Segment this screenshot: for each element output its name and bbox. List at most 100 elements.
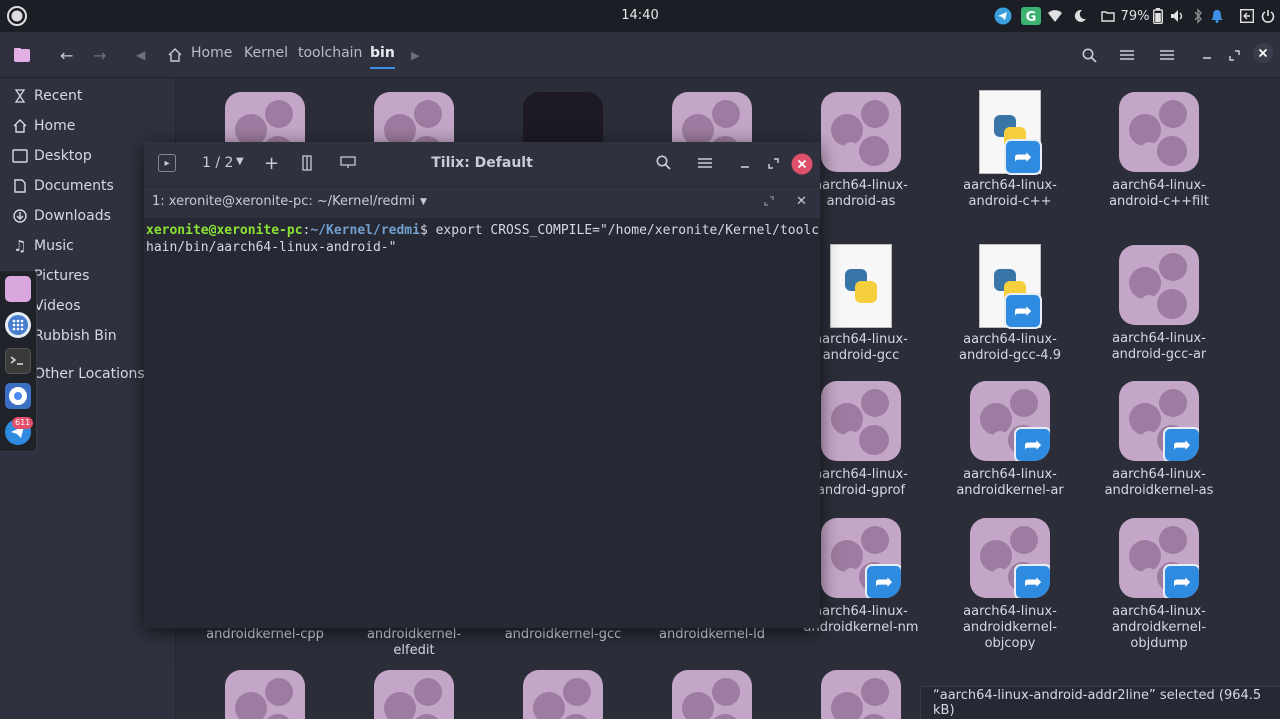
tilix-menu-icon[interactable] — [698, 157, 712, 169]
battery-icon[interactable] — [1152, 6, 1164, 26]
night-mode-icon[interactable] — [1072, 6, 1088, 26]
view-list-icon[interactable] — [1120, 44, 1134, 66]
file-item[interactable]: aarch64-linux-android-c++filt — [1085, 92, 1233, 210]
sidebar-item-label: Other Locations — [34, 366, 145, 382]
sidebar-item-home[interactable]: Home — [10, 114, 75, 138]
session-dropdown-icon[interactable]: ▼ — [236, 156, 244, 167]
file-item[interactable]: ➦ aarch64-linux-androidkernel-as — [1085, 381, 1233, 499]
prompt-dollar: $ — [419, 223, 436, 238]
file-item[interactable] — [340, 670, 488, 719]
volume-icon[interactable] — [1170, 6, 1186, 26]
path-right-icon[interactable]: ▶ — [411, 44, 419, 66]
file-icon — [374, 670, 454, 719]
file-icon: ➦ — [970, 381, 1050, 461]
file-name: androidkernel-ld — [659, 627, 765, 642]
symlink-arrow-icon: ➦ — [1014, 564, 1050, 598]
symlink-arrow-icon: ➦ — [865, 564, 901, 598]
sidebar-item-label: Music — [34, 238, 74, 254]
file-icon — [225, 670, 305, 719]
terminal-maximize-icon[interactable] — [764, 196, 774, 206]
tilix-minimize-icon[interactable] — [740, 159, 750, 169]
tilix-title: Tilix: Default — [431, 155, 533, 171]
terminal-dropdown-icon[interactable]: ▼ — [420, 197, 427, 207]
sidebar-item-label: Documents — [34, 178, 114, 194]
terminal-output[interactable]: xeronite@xeronite-pc:~/Kernel/redmi$ exp… — [146, 222, 820, 256]
minimize-icon[interactable] — [1202, 44, 1212, 66]
split-right-icon[interactable] — [302, 155, 316, 171]
file-item[interactable] — [489, 670, 637, 719]
path-left-icon[interactable]: ◀ — [136, 44, 145, 66]
file-name: aarch64-linux-androidkernel-objdump — [1111, 604, 1207, 651]
file-icon — [821, 381, 901, 461]
file-item[interactable]: ➦ aarch64-linux-androidkernel-ar — [936, 381, 1084, 499]
sidebar-item-music[interactable]: ♫ Music — [10, 234, 74, 258]
menu-icon[interactable] — [1160, 44, 1174, 66]
breadcrumb-bin[interactable]: bin — [370, 45, 395, 69]
file-name: aarch64-linux-android-gcc-4.9 — [959, 332, 1061, 363]
file-icon — [1119, 245, 1199, 325]
file-item[interactable] — [191, 670, 339, 719]
file-icon — [821, 670, 901, 719]
bluetooth-icon[interactable] — [1192, 6, 1204, 26]
battery-percent[interactable]: 79% — [1120, 6, 1150, 26]
tilix-close-icon[interactable] — [791, 153, 813, 175]
desktop-icon — [10, 149, 30, 163]
file-item[interactable] — [787, 670, 935, 719]
screenshot-icon[interactable] — [1239, 6, 1255, 26]
files-dock-icon[interactable] — [5, 276, 31, 302]
terminal-dock-icon[interactable] — [5, 348, 31, 374]
tilix-window: ▸ 1 / 2 ▼ + Tilix: Default 1: xeronite@x… — [144, 142, 820, 628]
sidebar-item-label: Videos — [34, 298, 81, 314]
terminal-close-icon[interactable]: ✕ — [796, 194, 807, 209]
prompt-user: xeronite@xeronite-pc — [146, 223, 303, 238]
sidebar-item-label: Desktop — [34, 148, 92, 164]
grammarly-icon[interactable]: G — [1020, 6, 1042, 26]
symlink-arrow-icon: ➦ — [1004, 293, 1042, 329]
maximize-icon[interactable] — [1229, 44, 1240, 66]
sidebar-item-documents[interactable]: Documents — [10, 174, 114, 198]
selection-status: “aarch64-linux-android-addr2line” select… — [920, 686, 1280, 719]
tilix-header: ▸ 1 / 2 ▼ + Tilix: Default — [144, 142, 820, 186]
file-name: aarch64-linux-android-gcc-ar — [1111, 331, 1207, 362]
tilix-maximize-icon[interactable] — [768, 158, 779, 169]
file-icon: ➦ — [1119, 381, 1199, 461]
close-icon[interactable] — [1252, 42, 1274, 64]
files-app-icon — [14, 44, 30, 66]
breadcrumb-home[interactable]: Home — [191, 45, 232, 61]
add-session-icon[interactable]: + — [264, 153, 279, 174]
file-item[interactable]: aarch64-linux-android-gcc-ar — [1085, 245, 1233, 363]
terminal-tab-label[interactable]: 1: xeronite@xeronite-pc: ~/Kernel/redmi — [152, 194, 415, 209]
sidebar-item-desktop[interactable]: Desktop — [10, 144, 92, 168]
notification-icon[interactable] — [1210, 6, 1224, 26]
file-icon — [672, 670, 752, 719]
sidebar-toggle-icon[interactable]: ▸ — [158, 154, 176, 172]
folder-tray-icon[interactable] — [1100, 6, 1116, 26]
telegram-tray-icon[interactable] — [993, 6, 1013, 26]
file-name: aarch64-linux-android-c++filt — [1109, 178, 1209, 209]
breadcrumb-kernel[interactable]: Kernel — [244, 45, 288, 61]
file-item[interactable]: ➦ aarch64-linux-android-gcc-4.9 — [936, 244, 1084, 364]
file-item[interactable]: ➦ aarch64-linux-android-c++ — [936, 90, 1084, 210]
clock[interactable]: 14:40 — [0, 8, 1280, 23]
symlink-arrow-icon: ➦ — [1004, 139, 1042, 175]
file-icon: ➦ — [970, 518, 1050, 598]
wifi-icon[interactable] — [1046, 6, 1064, 26]
app-grid-dock-icon[interactable] — [5, 312, 31, 338]
sidebar-item-downloads[interactable]: Downloads — [10, 204, 111, 228]
session-counter[interactable]: 1 / 2 — [202, 155, 233, 171]
file-item[interactable]: ➦ aarch64-linux-androidkernel-objdump — [1085, 518, 1233, 652]
power-icon[interactable] — [1260, 6, 1276, 26]
sidebar-item-recent[interactable]: Recent — [10, 84, 82, 108]
symlink-arrow-icon: ➦ — [1014, 427, 1050, 461]
back-icon[interactable]: ← — [60, 44, 73, 66]
split-down-icon[interactable] — [340, 156, 356, 168]
chrome-dock-icon[interactable] — [5, 383, 31, 409]
forward-icon[interactable]: → — [93, 44, 106, 66]
file-name: androidkernel-cpp — [206, 627, 324, 642]
tilix-search-icon[interactable] — [656, 155, 671, 170]
breadcrumb-toolchain[interactable]: toolchain — [298, 45, 362, 61]
clock-icon — [10, 89, 30, 103]
file-item[interactable] — [638, 670, 786, 719]
file-item[interactable]: ➦ aarch64-linux-androidkernel-objcopy — [936, 518, 1084, 652]
search-icon[interactable] — [1082, 44, 1097, 66]
